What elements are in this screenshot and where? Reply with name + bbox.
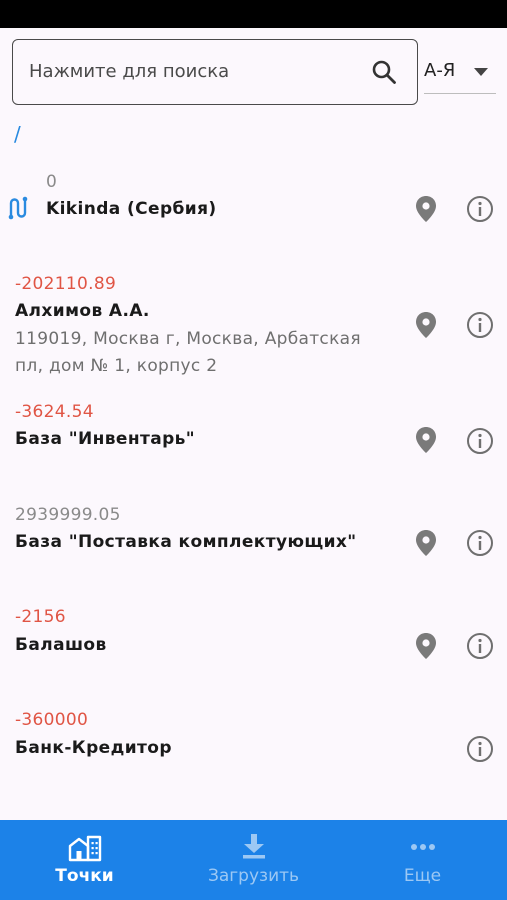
chevron-down-icon — [474, 68, 488, 76]
more-icon — [410, 844, 435, 850]
list-item[interactable]: -360000 Банк-Кредитор — [0, 705, 507, 795]
list-item[interactable]: -2156 Балашов — [0, 601, 507, 691]
map-pin-icon[interactable] — [414, 529, 438, 557]
item-balance: -360000 — [15, 710, 89, 730]
list-item[interactable]: 0 Kikinda (Сербия) — [0, 160, 507, 240]
map-pin-icon[interactable] — [414, 195, 438, 223]
search-box[interactable] — [12, 39, 418, 105]
item-name: Банк-Кредитор — [15, 738, 172, 758]
item-name: База "Поставка комплектующих" — [15, 532, 357, 552]
item-balance: -2156 — [15, 607, 66, 627]
item-name: Kikinda (Сербия) — [46, 199, 217, 219]
list-item[interactable]: -202110.89 Алхимов А.А. 119019, Москва г… — [0, 268, 507, 380]
item-address-line: 119019, Москва г, Москва, Арбатская — [15, 329, 361, 349]
item-name: Алхимов А.А. — [15, 301, 150, 321]
list-item[interactable]: 2939999.05 База "Поставка комплектующих" — [0, 499, 507, 589]
item-balance: 0 — [46, 172, 58, 192]
sort-label: А-Я — [424, 60, 456, 81]
item-address-line: пл, дом № 1, корпус 2 — [15, 356, 218, 376]
info-icon[interactable] — [466, 632, 494, 660]
item-name: База "Инвентарь" — [15, 429, 196, 449]
breadcrumb[interactable]: / — [14, 122, 21, 146]
item-name: Балашов — [15, 635, 107, 655]
buildings-icon — [68, 835, 101, 862]
download-icon — [242, 834, 265, 859]
tab-label: Еще — [403, 866, 442, 886]
list-item[interactable]: -3624.54 База "Инвентарь" — [0, 396, 507, 486]
map-pin-icon[interactable] — [414, 632, 438, 660]
item-balance: -202110.89 — [15, 274, 117, 294]
route-icon — [8, 196, 28, 220]
tab-points[interactable]: Точки — [0, 820, 169, 900]
tab-label: Загрузить — [207, 866, 300, 886]
search-icon[interactable] — [371, 59, 397, 85]
tab-more[interactable]: Еще — [338, 820, 507, 900]
info-icon[interactable] — [466, 427, 494, 455]
points-list: 0 Kikinda (Сербия) -202110.89 Алхимов А.… — [0, 160, 507, 820]
sort-dropdown[interactable]: А-Я — [424, 54, 496, 94]
search-input[interactable] — [29, 40, 359, 103]
info-icon[interactable] — [466, 735, 494, 763]
tab-download[interactable]: Загрузить — [169, 820, 338, 900]
tab-label: Точки — [55, 866, 114, 886]
bottom-tab-bar: Точки Загрузить Еще — [0, 820, 507, 900]
info-icon[interactable] — [466, 529, 494, 557]
search-row: А-Я — [0, 28, 507, 118]
map-pin-icon[interactable] — [414, 311, 438, 339]
status-bar — [0, 0, 507, 28]
info-icon[interactable] — [466, 311, 494, 339]
item-balance: 2939999.05 — [15, 505, 121, 525]
map-pin-icon[interactable] — [414, 426, 438, 454]
item-balance: -3624.54 — [15, 402, 94, 422]
info-icon[interactable] — [466, 195, 494, 223]
item-address: 119019, Москва г, Москва, Арбатская пл, … — [15, 326, 361, 380]
